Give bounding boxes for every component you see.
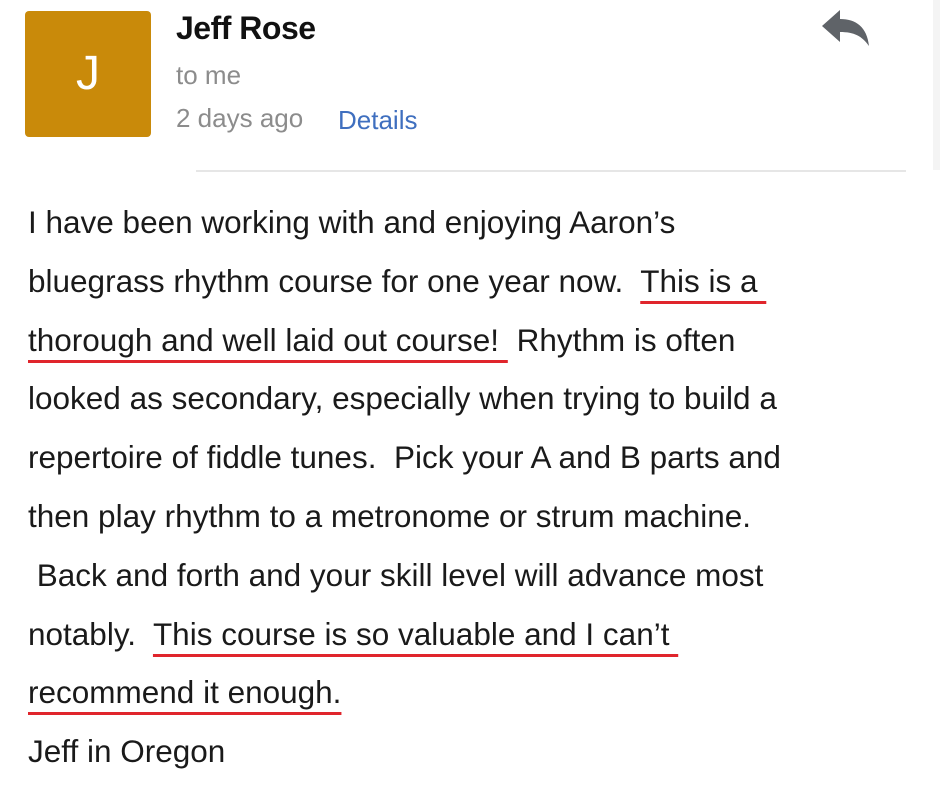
avatar: J: [25, 11, 151, 137]
body-text: Rhythm is often: [507, 321, 736, 358]
reply-button[interactable]: [818, 8, 874, 52]
timestamp: 2 days ago: [176, 103, 304, 133]
highlighted-text: This is a: [640, 262, 767, 299]
body-line: repertoire of fiddle tunes. Pick your A …: [28, 428, 933, 487]
body-line: Back and forth and your skill level will…: [28, 546, 933, 605]
body-text: Back and forth and your skill level will…: [28, 556, 764, 593]
avatar-letter: J: [76, 47, 100, 100]
highlighted-text: thorough and well laid out course!: [28, 321, 508, 358]
body-line: I have been working with and enjoying Aa…: [28, 193, 933, 252]
body-line: notably. This course is so valuable and …: [28, 605, 933, 664]
highlighted-text: recommend it enough.: [28, 674, 342, 711]
body-text: repertoire of fiddle tunes. Pick your A …: [28, 439, 781, 476]
details-link[interactable]: Details: [338, 105, 417, 136]
body-text: bluegrass rhythm course for one year now…: [28, 262, 641, 299]
sender-name[interactable]: Jeff Rose: [176, 10, 316, 47]
signature: Jeff in Oregon: [28, 722, 933, 781]
body-line: thorough and well laid out course! Rhyth…: [28, 311, 933, 370]
body-text: Jeff in Oregon: [28, 733, 226, 770]
body-text: then play rhythm to a metronome or strum…: [28, 497, 752, 534]
body-line: bluegrass rhythm course for one year now…: [28, 252, 933, 311]
body-line: recommend it enough.: [28, 663, 933, 722]
scroll-edge: [933, 0, 940, 170]
highlighted-text: This course is so valuable and I can’t: [152, 615, 679, 652]
body-line: looked as secondary, especially when try…: [28, 369, 933, 428]
body-text: notably.: [28, 615, 153, 652]
body-line: then play rhythm to a metronome or strum…: [28, 487, 933, 546]
body-text: looked as secondary, especially when try…: [28, 380, 777, 417]
header-divider: [196, 170, 906, 172]
reply-arrow-icon: [822, 10, 869, 46]
message-body: I have been working with and enjoying Aa…: [28, 193, 933, 781]
body-text: I have been working with and enjoying Aa…: [28, 204, 676, 240]
recipient-label: to me: [176, 60, 242, 90]
